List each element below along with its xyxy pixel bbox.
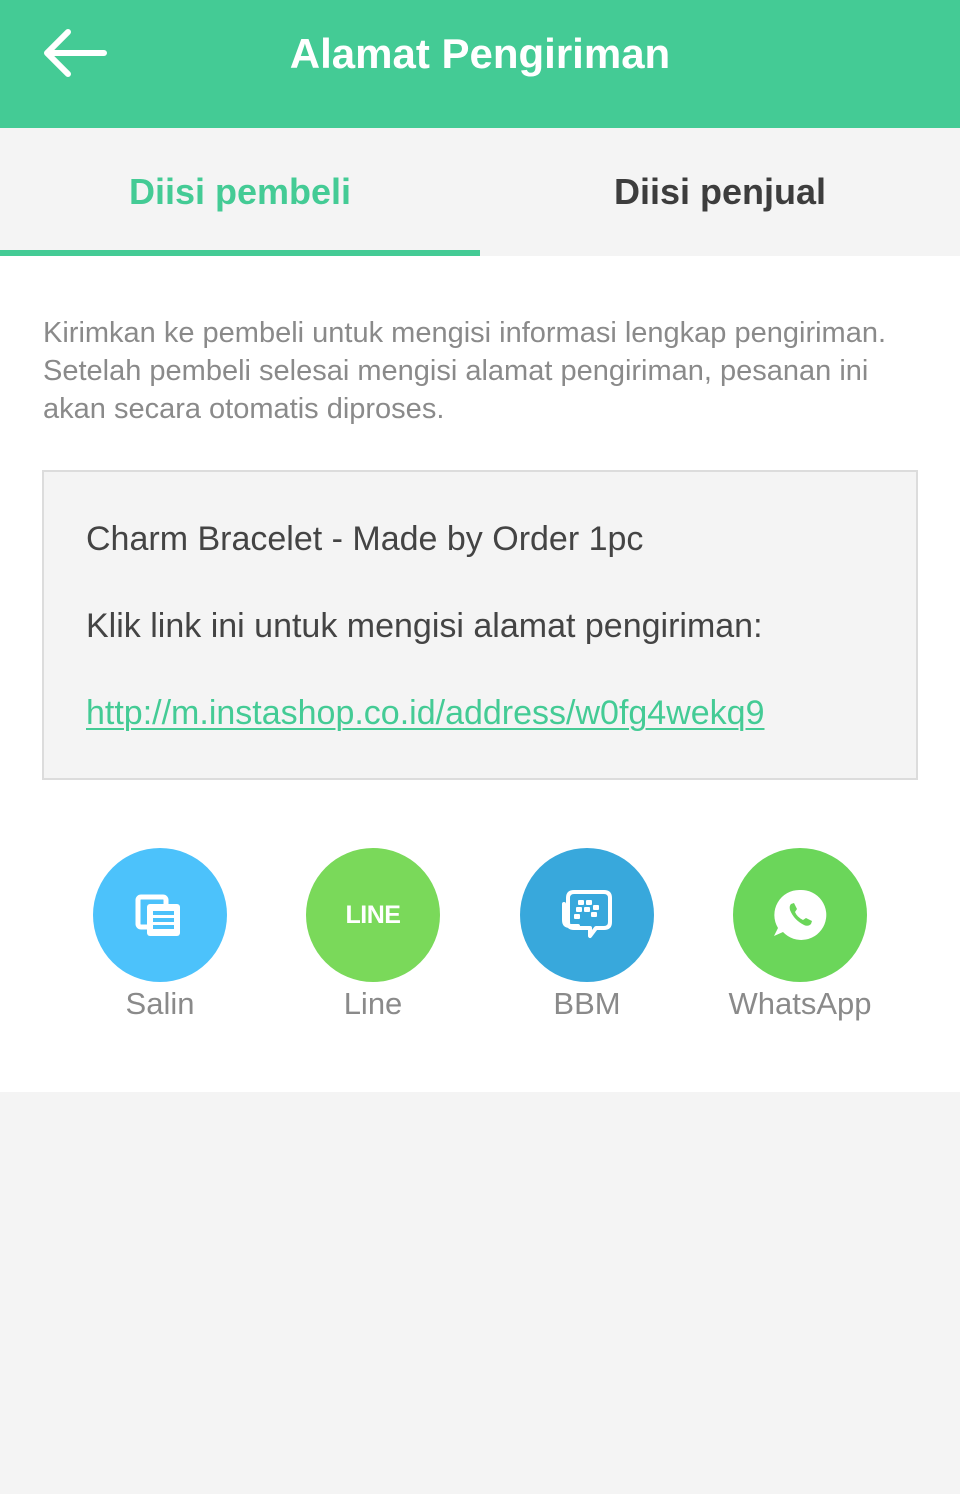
tab-bar: Diisi pembeli Diisi penjual bbox=[0, 128, 960, 256]
share-whatsapp-circle bbox=[733, 848, 867, 982]
instructions-text: Kirimkan ke pembeli untuk mengisi inform… bbox=[43, 317, 887, 425]
tab-diisi-pembeli[interactable]: Diisi pembeli bbox=[0, 128, 480, 256]
address-link[interactable]: http://m.instashop.co.id/address/w0fg4we… bbox=[86, 694, 765, 733]
share-salin-circle bbox=[93, 848, 227, 982]
share-line-button[interactable]: LINE Line bbox=[266, 848, 480, 1038]
main-panel: Kirimkan ke pembeli untuk mengisi inform… bbox=[0, 256, 960, 1092]
line-logo-icon: LINE bbox=[345, 901, 401, 929]
bbm-icon bbox=[562, 890, 612, 938]
whatsapp-icon bbox=[774, 889, 827, 940]
link-instruction: Klik link ini untuk mengisi alamat pengi… bbox=[86, 607, 763, 645]
page-title: Alamat Pengiriman bbox=[289, 30, 671, 77]
tab-diisi-penjual[interactable]: Diisi penjual bbox=[480, 128, 960, 256]
app-bar: Alamat Pengiriman bbox=[0, 0, 960, 128]
share-bbm-circle bbox=[520, 848, 654, 982]
share-bbm-button[interactable]: BBM bbox=[480, 848, 694, 1038]
share-line-circle: LINE bbox=[306, 848, 440, 982]
share-line-label: Line bbox=[343, 986, 403, 1021]
share-salin-button[interactable]: Salin bbox=[53, 848, 267, 1038]
share-salin-label: Salin bbox=[125, 986, 195, 1021]
message-preview-box: Charm Bracelet - Made by Order 1pc Klik … bbox=[42, 470, 918, 780]
copy-icon bbox=[135, 894, 180, 936]
product-name: Charm Bracelet - Made by Order 1pc bbox=[86, 520, 644, 558]
share-whatsapp-label: WhatsApp bbox=[728, 986, 872, 1021]
share-bbm-label: BBM bbox=[553, 986, 621, 1021]
share-whatsapp-button[interactable]: WhatsApp bbox=[693, 848, 907, 1038]
